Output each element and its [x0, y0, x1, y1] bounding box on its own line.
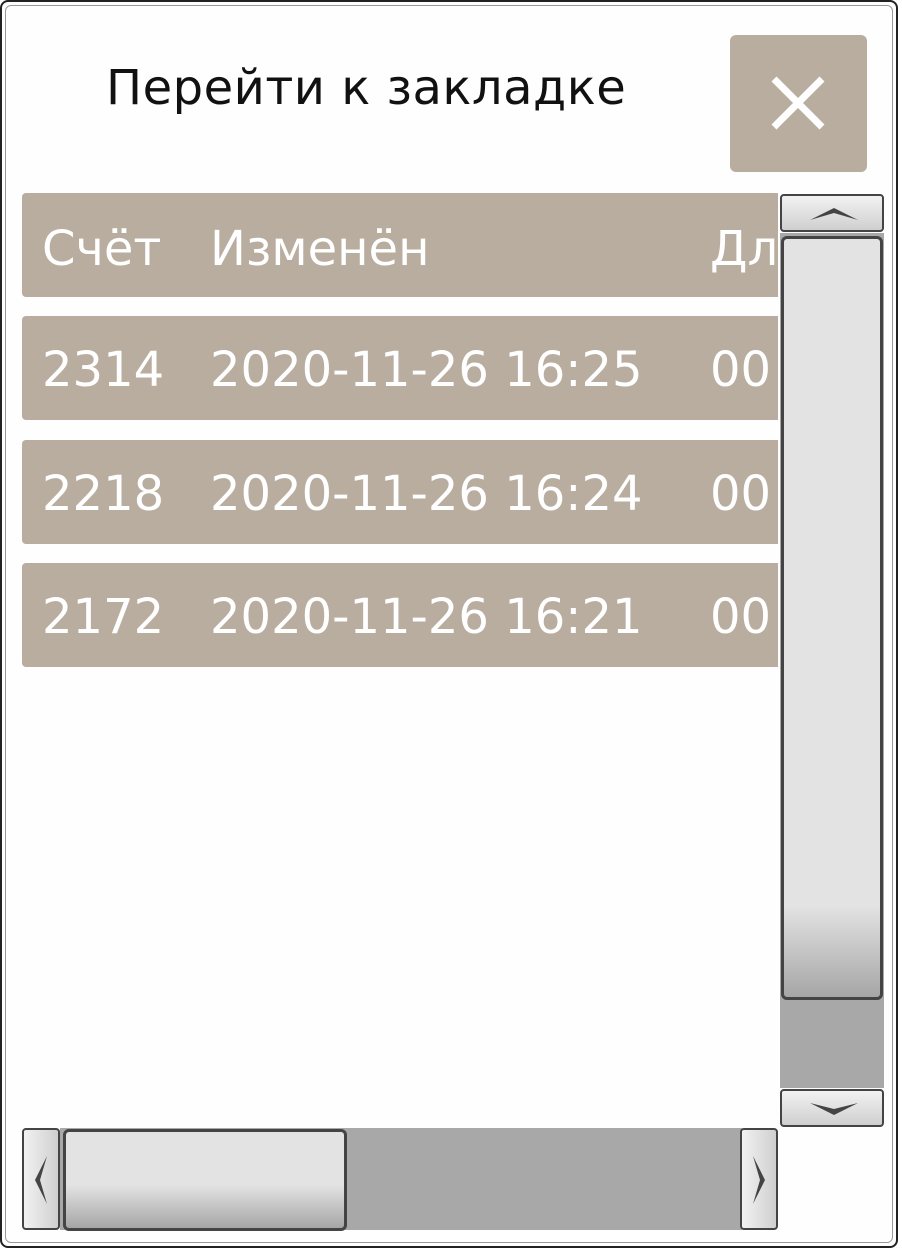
cell-modified: 2020-11-26 16:24	[210, 466, 643, 522]
cell-modified: 2020-11-26 16:25	[210, 342, 643, 398]
cell-account: 2314	[42, 342, 165, 398]
cell-modified: 2020-11-26 16:21	[210, 589, 643, 645]
table-row[interactable]: 2218 2020-11-26 16:24 00	[22, 440, 778, 544]
cell-account: 2218	[42, 466, 165, 522]
table-header: Счёт Изменён Дл	[22, 193, 778, 297]
bookmark-table: Счёт Изменён Дл 2314 2020-11-26 16:25 00…	[22, 193, 778, 693]
scroll-down-button[interactable]	[780, 1089, 884, 1127]
vertical-scroll-thumb[interactable]	[781, 236, 883, 1000]
chevron-up-icon	[810, 208, 858, 220]
cell-duration: 00	[710, 466, 772, 522]
table-row[interactable]: 2314 2020-11-26 16:25 00	[22, 316, 778, 420]
column-header-modified[interactable]: Изменён	[210, 221, 429, 277]
cell-duration: 00	[710, 342, 772, 398]
dialog-title: Перейти к закладке	[106, 60, 627, 116]
column-header-duration[interactable]: Дл	[710, 221, 778, 277]
close-icon	[771, 76, 825, 130]
chevron-right-icon	[753, 1156, 765, 1204]
horizontal-scroll-thumb[interactable]	[63, 1129, 347, 1231]
bookmark-dialog: Перейти к закладке Счёт Изменён Дл 2314 …	[0, 0, 898, 1248]
close-button[interactable]	[730, 35, 867, 172]
chevron-down-icon	[810, 1103, 858, 1115]
column-header-account[interactable]: Счёт	[42, 221, 161, 277]
cell-duration: 00	[710, 589, 772, 645]
chevron-left-icon	[35, 1156, 47, 1204]
table-row[interactable]: 2172 2020-11-26 16:21 00	[22, 563, 778, 667]
scroll-right-button[interactable]	[740, 1128, 778, 1230]
cell-account: 2172	[42, 589, 165, 645]
scroll-left-button[interactable]	[22, 1128, 60, 1230]
scroll-up-button[interactable]	[780, 194, 884, 232]
